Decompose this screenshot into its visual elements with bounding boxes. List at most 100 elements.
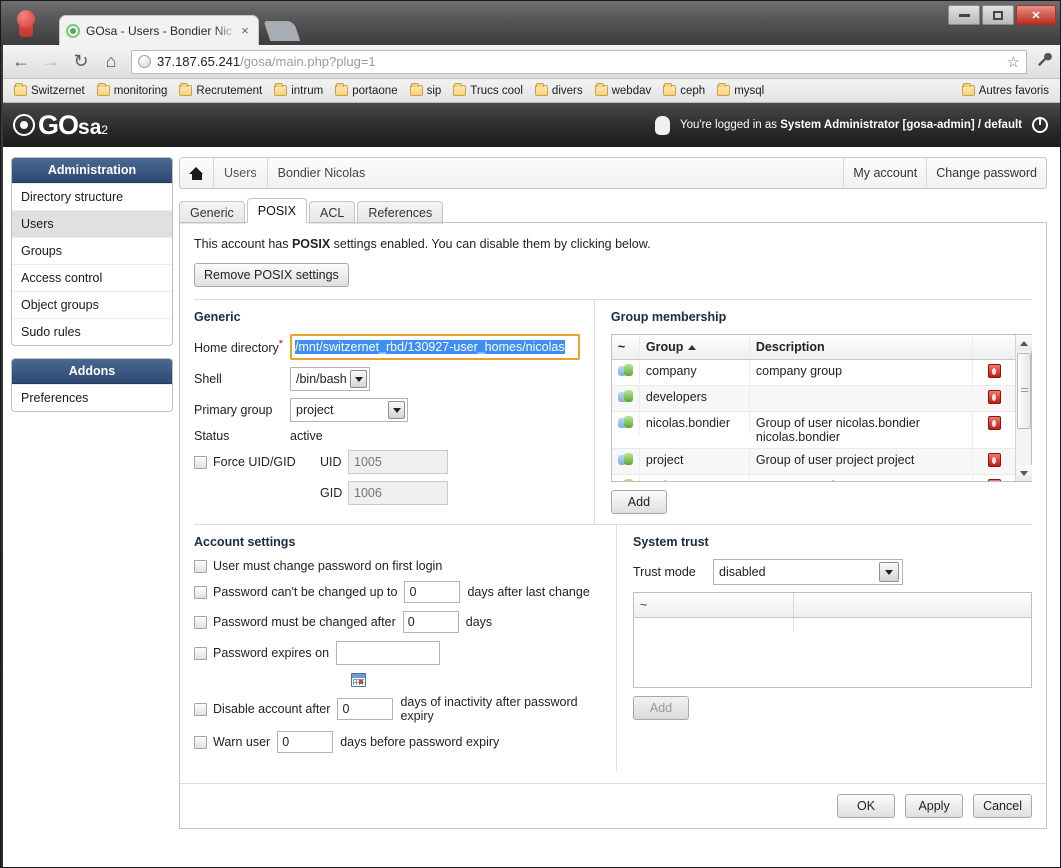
bookmark-item[interactable]: Switzernet bbox=[9, 83, 90, 99]
expires-on-input[interactable] bbox=[336, 641, 441, 665]
chevron-down-icon[interactable] bbox=[350, 370, 367, 388]
table-row[interactable]: project Group of user project project bbox=[611, 449, 1015, 475]
close-button[interactable]: ✕ bbox=[1016, 5, 1056, 25]
forward-icon[interactable]: → bbox=[41, 51, 61, 72]
remove-posix-settings-button[interactable]: Remove POSIX settings bbox=[194, 263, 349, 287]
breadcrumb-section[interactable]: Users bbox=[214, 158, 268, 188]
my-account-button[interactable]: My account bbox=[844, 158, 928, 188]
force-uid-gid-checkbox[interactable] bbox=[194, 455, 207, 469]
ok-button[interactable]: OK bbox=[837, 794, 896, 818]
bookmark-item[interactable]: sip bbox=[405, 83, 447, 99]
inactive-days-checkbox[interactable] bbox=[194, 702, 207, 716]
bookmark-item[interactable]: mysql bbox=[712, 83, 769, 99]
gid-row: GID 1006 bbox=[194, 481, 580, 505]
bookmark-item[interactable]: webdav bbox=[590, 83, 657, 99]
bookmark-item[interactable]: portaone bbox=[330, 83, 402, 99]
table-row[interactable]: company company group bbox=[611, 360, 1015, 386]
min-age-input[interactable]: 0 bbox=[404, 581, 461, 603]
group-icon-cell bbox=[612, 412, 640, 436]
bookmark-star-icon[interactable]: ☆ bbox=[1007, 53, 1020, 71]
warn-days-checkbox[interactable] bbox=[194, 735, 207, 749]
home-directory-input[interactable]: /mnt/switzernet_rbd/130927-user_homes/ni… bbox=[290, 334, 580, 360]
group-name-cell: nicolas.bondier bbox=[640, 412, 750, 434]
tab-references[interactable]: References bbox=[357, 201, 444, 224]
bookmark-label: sip bbox=[426, 84, 442, 97]
warn-days-input[interactable]: 0 bbox=[277, 731, 334, 753]
cancel-button[interactable]: Cancel bbox=[973, 794, 1032, 818]
bookmark-item[interactable]: ceph bbox=[658, 83, 710, 99]
maximize-button[interactable] bbox=[982, 5, 1014, 25]
browser-toolbar: ← → ↻ ⌂ 37.187.65.241/gosa/main.php?plug… bbox=[3, 45, 1060, 79]
sidebar-item-sudo-rules[interactable]: Sudo rules bbox=[12, 318, 172, 345]
browser-tab[interactable]: GOsa - Users - Bondier Nic × bbox=[59, 15, 259, 45]
sidebar-item-groups[interactable]: Groups bbox=[12, 237, 172, 264]
delete-icon[interactable] bbox=[987, 390, 1001, 404]
delete-cell[interactable] bbox=[973, 449, 1015, 474]
add-trust-button[interactable]: Add bbox=[633, 696, 689, 720]
delete-cell[interactable] bbox=[973, 412, 1015, 437]
bookmark-item[interactable]: Trucs cool bbox=[448, 83, 528, 99]
wrench-menu-icon[interactable] bbox=[1037, 52, 1052, 71]
shell-select[interactable]: /bin/bash bbox=[290, 367, 370, 391]
max-age-checkbox[interactable] bbox=[194, 615, 207, 629]
table-row[interactable]: projects Access to project bbox=[612, 475, 1015, 481]
change-password-button[interactable]: Change password bbox=[927, 158, 1046, 188]
chevron-down-icon[interactable] bbox=[879, 562, 899, 582]
delete-cell[interactable] bbox=[973, 360, 1015, 385]
sidebar-item-object-groups[interactable]: Object groups bbox=[12, 291, 172, 318]
delete-icon[interactable] bbox=[987, 416, 1001, 430]
sidebar-item-preferences[interactable]: Preferences bbox=[12, 384, 172, 411]
address-bar[interactable]: 37.187.65.241/gosa/main.php?plug=1 ☆ bbox=[131, 49, 1027, 74]
bookmark-item[interactable]: divers bbox=[530, 83, 588, 99]
add-group-button[interactable]: Add bbox=[610, 490, 667, 514]
first-login-checkbox[interactable] bbox=[194, 559, 207, 573]
bookmark-item[interactable]: Recrutement bbox=[174, 83, 267, 99]
tab-close-icon[interactable]: × bbox=[238, 24, 252, 37]
inactive-days-input[interactable]: 0 bbox=[337, 698, 394, 720]
first-login-label: User must change password on first login bbox=[213, 559, 443, 573]
back-icon[interactable]: ← bbox=[11, 51, 31, 72]
delete-icon[interactable] bbox=[987, 453, 1001, 467]
max-age-input[interactable]: 0 bbox=[402, 611, 459, 633]
column-header-group[interactable]: Group bbox=[640, 335, 750, 359]
apply-button[interactable]: Apply bbox=[905, 794, 964, 818]
table-row[interactable]: developers bbox=[611, 386, 1015, 412]
breadcrumb: Users Bondier Nicolas My account Change … bbox=[179, 157, 1047, 189]
bookmark-item[interactable]: intrum bbox=[269, 83, 328, 99]
minimize-button[interactable] bbox=[948, 5, 980, 25]
sidebar-item-access-control[interactable]: Access control bbox=[12, 264, 172, 291]
min-age-checkbox[interactable] bbox=[194, 585, 207, 599]
inactive-days-label-after: days of inactivity after password expiry bbox=[400, 695, 578, 723]
group-name-cell: developers bbox=[640, 386, 750, 408]
breadcrumb-home[interactable] bbox=[180, 158, 214, 188]
reload-icon[interactable]: ↻ bbox=[71, 51, 91, 72]
new-tab-button[interactable] bbox=[263, 21, 301, 41]
bookmark-item[interactable]: monitoring bbox=[92, 83, 173, 99]
tab-posix[interactable]: POSIX bbox=[246, 198, 307, 223]
table-scrollbar[interactable] bbox=[1015, 335, 1032, 481]
column-header-group-label: Group bbox=[645, 340, 684, 354]
tab-acl[interactable]: ACL bbox=[309, 201, 356, 224]
delete-cell[interactable] bbox=[973, 386, 1015, 411]
primary-group-select[interactable]: project bbox=[290, 398, 408, 422]
column-header-description[interactable]: Description bbox=[750, 335, 973, 359]
chevron-down-icon[interactable] bbox=[388, 401, 405, 419]
sidebar-item-directory-structure[interactable]: Directory structure bbox=[12, 183, 172, 210]
bookmark-other-folder[interactable]: Autres favoris bbox=[957, 83, 1054, 99]
login-prefix: You're logged in as bbox=[680, 119, 781, 131]
sidebar-item-users[interactable]: Users bbox=[12, 210, 172, 237]
delete-icon[interactable] bbox=[987, 364, 1001, 378]
home-icon[interactable]: ⌂ bbox=[101, 51, 121, 72]
scrollbar-thumb[interactable] bbox=[1017, 353, 1031, 429]
delete-cell[interactable] bbox=[973, 475, 1015, 481]
trust-mode-select[interactable]: disabled bbox=[713, 559, 903, 585]
delete-icon[interactable] bbox=[987, 479, 1001, 481]
expires-on-checkbox[interactable] bbox=[194, 646, 207, 660]
calendar-icon[interactable] bbox=[351, 673, 366, 687]
scroll-up-icon[interactable] bbox=[1016, 335, 1032, 351]
scroll-down-icon[interactable] bbox=[1016, 465, 1032, 481]
system-trust-table: ~ bbox=[633, 592, 1032, 688]
tab-generic[interactable]: Generic bbox=[179, 201, 245, 224]
logout-power-icon[interactable] bbox=[1032, 117, 1048, 133]
table-row[interactable]: nicolas.bondier Group of user nicolas.bo… bbox=[611, 412, 1015, 449]
